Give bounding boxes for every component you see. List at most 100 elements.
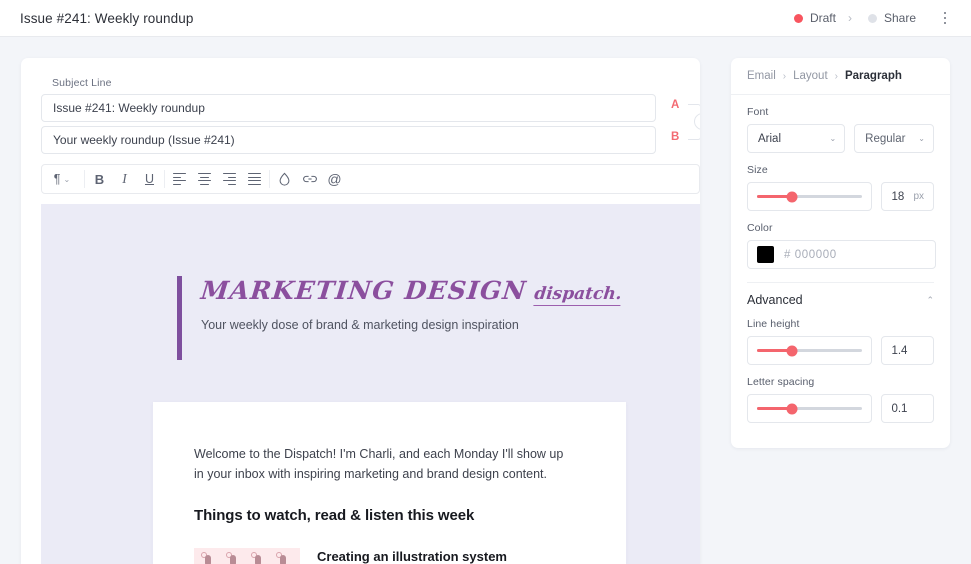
size-slider-thumb[interactable] <box>786 191 798 202</box>
microphone-icon <box>226 552 238 564</box>
status-badge-draft[interactable]: Draft <box>787 11 843 25</box>
toolbar-divider-3 <box>269 170 270 188</box>
inspector-breadcrumb: Email › Layout › Paragraph <box>731 58 950 95</box>
text-color-input[interactable]: # 000000 <box>747 240 936 269</box>
color-swatch[interactable] <box>757 246 774 263</box>
subject-line-input-a[interactable] <box>41 94 656 122</box>
line-height-row: 1.4 <box>747 336 934 365</box>
article-list-item[interactable]: Creating an illustration system Breaking… <box>194 548 573 564</box>
at-mention-icon: @ <box>327 171 342 187</box>
newsletter-logo: MARKETING DESIGN dispatch. <box>199 276 623 306</box>
color-hex-value: # 000000 <box>784 248 837 261</box>
breadcrumb-item-layout[interactable]: Layout <box>793 70 828 82</box>
mention-button[interactable]: @ <box>322 166 347 192</box>
format-toolbar: ¶ ⌄ B I U @ <box>41 164 700 194</box>
kebab-dot-2 <box>943 16 947 20</box>
line-height-thumb[interactable] <box>786 345 798 356</box>
line-height-label: Line height <box>747 318 800 330</box>
draft-status-label: Draft <box>809 11 836 25</box>
letter-spacing-track <box>757 403 863 414</box>
intro-paragraph[interactable]: Welcome to the Dispatch! I'm Charli, and… <box>194 444 576 485</box>
share-label: Share <box>883 11 916 25</box>
breadcrumb-separator-1: › <box>782 70 787 82</box>
share-button[interactable]: Share <box>861 11 923 25</box>
page-title: Issue #241: Weekly roundup <box>20 10 194 26</box>
font-weight-select[interactable]: Regular ⌄ <box>854 124 934 153</box>
status-chevron-icon: › <box>847 11 852 25</box>
microphone-icon <box>276 552 288 564</box>
letter-spacing-slider[interactable] <box>747 394 873 423</box>
email-header-block[interactable]: MARKETING DESIGN dispatch. Your weekly do… <box>177 276 623 360</box>
paragraph-style-dropdown[interactable]: ¶ ⌄ <box>42 166 82 192</box>
share-status-dot-icon <box>867 13 877 23</box>
align-right-button[interactable] <box>217 166 242 192</box>
align-left-button[interactable] <box>167 166 192 192</box>
subject-line-input-b[interactable] <box>41 126 656 154</box>
size-label: Size <box>747 164 768 176</box>
breadcrumb-item-email[interactable]: Email <box>747 70 776 82</box>
insert-link-button[interactable] <box>297 166 322 192</box>
article-text-block: Creating an illustration system Breaking… <box>317 548 573 564</box>
toolbar-group-inline: B I U <box>87 165 162 193</box>
properties-inspector-panel: Email › Layout › Paragraph Font Arial ⌄ … <box>731 58 950 448</box>
kebab-dot-3 <box>943 21 947 25</box>
paragraph-icon: ¶ <box>53 172 61 186</box>
breadcrumb-separator-2: › <box>834 70 838 82</box>
article-thumbnail[interactable] <box>194 548 300 564</box>
header-accent-bar <box>177 276 182 360</box>
email-editor-card: Subject Line A B × ¶ ⌄ B I U <box>21 58 700 564</box>
advanced-section-header[interactable]: Advanced ⌃ <box>731 283 950 307</box>
link-icon <box>302 175 317 183</box>
underline-button[interactable]: U <box>137 166 162 192</box>
email-body-card[interactable]: Welcome to the Dispatch! I'm Charli, and… <box>153 402 626 564</box>
microphone-icon <box>201 552 213 564</box>
font-family-select[interactable]: Arial ⌄ <box>747 124 846 153</box>
chevron-up-icon[interactable]: ⌃ <box>926 295 934 306</box>
chevron-down-icon: ⌄ <box>918 134 925 143</box>
font-controls-row: Arial ⌄ Regular ⌄ <box>747 124 934 153</box>
line-height-section: Line height 1.4 <box>731 307 950 365</box>
align-justify-button[interactable] <box>242 166 267 192</box>
size-slider-track <box>757 191 863 202</box>
ab-variant-group: A B × <box>671 94 700 154</box>
size-controls-row: 18 px <box>747 182 934 211</box>
size-section: Size 18 px <box>731 153 950 211</box>
variant-label-b: B <box>671 131 680 143</box>
letter-spacing-value-input[interactable]: 0.1 <box>881 394 934 423</box>
letter-spacing-section: Letter spacing 0.1 <box>731 365 950 423</box>
font-size-slider[interactable] <box>747 182 873 211</box>
article-title[interactable]: Creating an illustration system <box>317 549 573 564</box>
line-height-value-input[interactable]: 1.4 <box>881 336 934 365</box>
color-label: Color <box>747 222 773 234</box>
bold-button[interactable]: B <box>87 166 112 192</box>
letter-spacing-thumb[interactable] <box>786 403 798 414</box>
font-size-unit: px <box>913 191 924 202</box>
subject-line-label: Subject Line <box>52 77 112 89</box>
section-heading[interactable]: Things to watch, read & listen this week <box>194 507 474 524</box>
font-label: Font <box>747 106 769 118</box>
kebab-dot-1 <box>943 11 947 15</box>
font-size-value: 18 <box>891 190 905 203</box>
letter-spacing-row: 0.1 <box>747 394 934 423</box>
color-section: Color # 000000 <box>731 211 950 269</box>
logo-main-text: MARKETING DESIGN <box>199 276 529 305</box>
font-weight-value: Regular <box>865 132 906 145</box>
align-center-button[interactable] <box>192 166 217 192</box>
font-size-value-input[interactable]: 18 px <box>881 182 934 211</box>
more-options-kebab-icon[interactable] <box>933 6 957 30</box>
text-color-button[interactable] <box>272 166 297 192</box>
toolbar-group-block: ¶ ⌄ <box>42 165 82 193</box>
align-right-icon <box>223 172 236 186</box>
droplet-icon <box>279 172 290 186</box>
variant-label-a: A <box>671 99 680 111</box>
line-height-slider[interactable] <box>747 336 873 365</box>
breadcrumb-item-paragraph: Paragraph <box>844 70 902 82</box>
italic-button[interactable]: I <box>112 166 137 192</box>
top-bar: Issue #241: Weekly roundup Draft › Share <box>0 0 971 37</box>
align-left-icon <box>173 172 186 186</box>
letter-spacing-label: Letter spacing <box>747 376 815 388</box>
email-preview-canvas[interactable]: MARKETING DESIGN dispatch. Your weekly do… <box>41 204 700 564</box>
draft-status-dot-icon <box>793 13 803 23</box>
line-height-value: 1.4 <box>891 344 908 357</box>
topbar-actions: Draft › Share <box>787 6 957 30</box>
